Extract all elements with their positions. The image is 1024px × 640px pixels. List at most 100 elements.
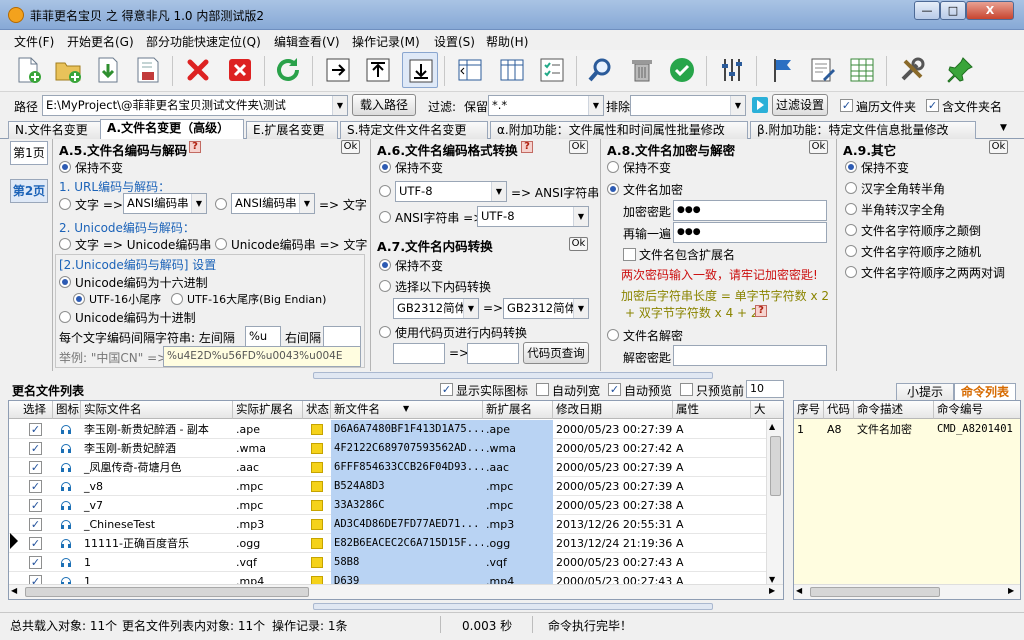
a5-help-icon[interactable]: ? (189, 141, 201, 153)
menu-file[interactable]: 文件(F) (14, 33, 54, 50)
scroll-right-icon[interactable]: ▶ (1008, 586, 1014, 595)
row-checkbox[interactable]: ✓ (29, 442, 42, 455)
column-header[interactable]: 属性 (673, 401, 751, 419)
chevron-down-icon[interactable]: ▼ (588, 96, 603, 115)
move-right-icon[interactable] (320, 52, 356, 88)
select-checkbox[interactable]: ✓ (9, 515, 53, 534)
tab-command-list[interactable]: 命令列表 (954, 383, 1016, 401)
a8-decrypt-radio[interactable] (607, 329, 619, 341)
a6-ok-button[interactable]: Ok (569, 140, 588, 154)
chevron-down-icon[interactable]: ▼ (463, 299, 478, 318)
scroll-down-icon[interactable]: ▼ (769, 575, 775, 584)
a8-decrypt-key-input[interactable] (673, 345, 827, 366)
pin-icon[interactable] (942, 52, 978, 88)
a7-ok-button[interactable]: Ok (569, 237, 588, 251)
a5-decimal-radio[interactable] (59, 311, 71, 323)
a6-to-ansi-radio[interactable] (379, 185, 391, 197)
tab-specific-file-rename[interactable]: S.特定文件文件名变更 (340, 121, 488, 139)
a8-key-again-input[interactable]: ●●● (673, 222, 827, 243)
table-row[interactable]: ✓ _凤凰传奇-荷塘月色 .aac 6FFF854633CCB26F04D93....… (9, 458, 767, 477)
menu-quick-locate[interactable]: 部分功能快速定位(Q) (146, 33, 261, 50)
clear-icon[interactable] (222, 52, 258, 88)
confirm-icon[interactable] (664, 52, 700, 88)
a5-left-separator-input[interactable]: %u (245, 326, 281, 347)
page-tab-2[interactable]: 第2页 (10, 179, 48, 203)
row-checkbox[interactable]: ✓ (29, 480, 42, 493)
table-row[interactable]: ✓ 11111-正确百度音乐 .ogg E82B6EACEC2C6A715D15F..… (9, 534, 767, 553)
a5-keep-radio[interactable] (59, 161, 71, 173)
a6-keep-radio[interactable] (379, 161, 391, 173)
scroll-up-icon[interactable]: ▲ (769, 422, 775, 431)
a8-keep-radio[interactable] (607, 161, 619, 173)
a7-select-radio[interactable] (379, 280, 391, 292)
a5-unicode-encode-radio[interactable] (59, 238, 71, 250)
tab-overflow-chevron-icon[interactable]: ▼ (1000, 123, 1007, 133)
a7-source-codepage-combo[interactable]: GB2312简体 ▼ (393, 298, 479, 319)
a5-url-encode-format-combo[interactable]: ANSI编码串 ▼ (123, 193, 207, 214)
delete-icon[interactable] (180, 52, 216, 88)
column-header[interactable]: 新扩展名 (483, 401, 553, 419)
chevron-down-icon[interactable]: ▼ (191, 194, 206, 213)
row-checkbox[interactable]: ✓ (29, 461, 42, 474)
column-header[interactable]: 状态 (303, 401, 331, 419)
scroll-thumb[interactable] (770, 436, 781, 496)
scroll-thumb[interactable] (810, 587, 940, 597)
auto-preview-checkbox[interactable]: ✓ (608, 383, 621, 396)
table-row[interactable]: ✓ _ChineseTest .mp3 AD3C4D86DE7FD77AED71...… (9, 515, 767, 534)
table-icon[interactable] (844, 52, 880, 88)
column-header[interactable]: 命令编号 (934, 401, 1020, 419)
show-icon-checkbox[interactable]: ✓ (440, 383, 453, 396)
column-header[interactable]: 图标 (53, 401, 81, 419)
tab-name-change[interactable]: N.文件名变更 (8, 121, 102, 139)
row-checkbox[interactable]: ✓ (29, 556, 42, 569)
command-row[interactable]: 1 A8 文件名加密 CMD_A8201401 (794, 420, 1020, 439)
file-list-horizontal-scrollbar[interactable]: ◀ ▶ (9, 584, 783, 599)
a5-url-decode-radio[interactable] (215, 198, 227, 210)
traverse-folder-checkbox[interactable]: ✓ (840, 99, 853, 112)
chevron-down-icon[interactable]: ▼ (573, 299, 588, 318)
new-file-icon[interactable] (10, 52, 46, 88)
refresh-icon[interactable] (270, 52, 306, 88)
scroll-left-icon[interactable]: ◀ (796, 586, 802, 595)
chevron-down-icon[interactable]: ▼ (332, 96, 347, 115)
trash-icon[interactable] (624, 52, 660, 88)
scroll-left-icon[interactable]: ◀ (11, 586, 17, 595)
settings-sliders-icon[interactable] (714, 52, 750, 88)
scroll-right-icon[interactable]: ▶ (769, 586, 775, 595)
a7-target-codepage-combo[interactable]: GB2312简体 ▼ (503, 298, 589, 319)
a6-target-encoding-combo[interactable]: UTF-8 ▼ (477, 206, 589, 227)
a6-help-icon[interactable]: ? (521, 141, 533, 153)
only-preview-count-input[interactable]: 10 (746, 380, 784, 398)
checklist-icon[interactable] (534, 52, 570, 88)
a5-right-separator-input[interactable] (323, 326, 361, 347)
menu-edit-view[interactable]: 编辑查看(V) (274, 33, 340, 50)
a8-help-icon[interactable]: ? (755, 305, 767, 317)
a6-source-encoding-combo[interactable]: UTF-8 ▼ (395, 181, 507, 202)
edit-doc-icon[interactable] (804, 52, 840, 88)
a9-ok-button[interactable]: Ok (989, 140, 1008, 154)
a8-include-ext-checkbox[interactable] (623, 248, 636, 261)
open-folder-icon[interactable] (50, 52, 86, 88)
select-checkbox[interactable]: ✓ (9, 439, 53, 458)
select-checkbox[interactable]: ✓ (9, 420, 53, 439)
path-combo[interactable]: E:\MyProject\@菲菲更名宝贝测试文件夹\测试 ▼ (42, 95, 348, 116)
exclude-filter-combo[interactable]: ▼ (630, 95, 746, 116)
table-row[interactable]: ✓ _v7 .mpc 33A3286C .mpc 2000/05/23 00:27:38 A (9, 496, 767, 515)
table-row[interactable]: ✓ _v8 .mpc B524A8D3 .mpc 2000/05/23 00:27:39 A (9, 477, 767, 496)
minimize-button[interactable]: — (914, 1, 940, 20)
columns-icon[interactable] (494, 52, 530, 88)
a8-key-input[interactable]: ●●● (673, 200, 827, 221)
tab-file-info-batch[interactable]: β.附加功能：特定文件信息批量修改 (750, 121, 976, 139)
flag-icon[interactable] (764, 52, 800, 88)
a6-from-ansi-radio[interactable] (379, 211, 391, 223)
select-checkbox[interactable]: ✓ (9, 534, 53, 553)
close-button[interactable]: X (966, 1, 1014, 20)
a8-encrypt-radio[interactable] (607, 183, 619, 195)
chevron-down-icon[interactable]: ▼ (730, 96, 745, 115)
a5-ok-button[interactable]: Ok (341, 140, 360, 154)
menu-start-rename[interactable]: 开始更名(G) (67, 33, 134, 50)
tools-icon[interactable] (894, 52, 930, 88)
a5-big-endian-radio[interactable] (171, 293, 183, 305)
table-row[interactable]: ✓ 李玉刚-新贵妃醉酒 - 副本 .ape D6A6A7480BF1F413D1A75… (9, 420, 767, 439)
a9-option-radio[interactable] (845, 182, 857, 194)
